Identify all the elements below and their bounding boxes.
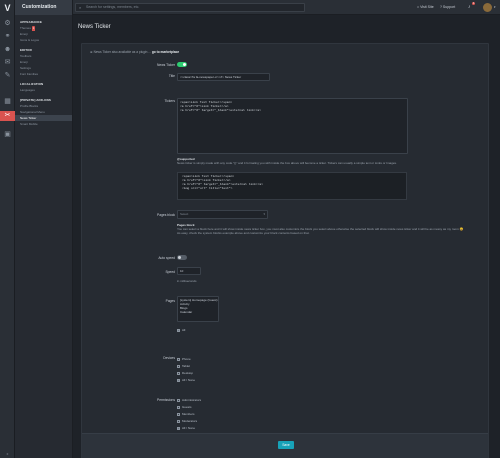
plugin-notice: ⊕ News Ticker also available as a plugin…	[90, 50, 180, 54]
wrench-icon[interactable]: ✂	[0, 111, 15, 121]
perms-all-none[interactable]: All / None	[177, 426, 195, 430]
device-desktop[interactable]: Desktop	[177, 371, 193, 375]
pages-listbox[interactable]: [system] Homepage (Guest) Activity Blogs…	[177, 296, 219, 322]
chevron-down-icon: ▾	[263, 212, 265, 216]
chat-icon[interactable]: ✉	[3, 59, 12, 67]
pages-label: Pages	[165, 299, 175, 303]
users-icon[interactable]: ☻	[3, 46, 12, 54]
marketplace-link[interactable]: go to marketplace	[152, 50, 179, 54]
help-code-block: <span>Link Text Ticker</span> <a href="#…	[177, 172, 407, 200]
speed-input[interactable]: 10	[177, 267, 201, 275]
chart-icon[interactable]: ▦	[3, 98, 12, 106]
themes-badge: 1	[31, 26, 36, 31]
speed-unit: in milliseconds	[177, 279, 197, 283]
news-ticker-toggle[interactable]	[177, 62, 187, 67]
link-icon[interactable]: ⚭	[3, 33, 12, 41]
title-label: Title	[168, 74, 175, 78]
main-content: News Ticker ⊕ News Ticker also available…	[73, 15, 500, 458]
avatar[interactable]	[483, 3, 492, 12]
chevron-down-icon[interactable]: ▾	[494, 5, 496, 9]
sidebar-item-font-families[interactable]: Font Families	[15, 71, 72, 77]
app-logo[interactable]: V	[2, 3, 13, 13]
notification-badge: 1	[472, 2, 476, 5]
pages-all-checkbox[interactable]: All	[177, 328, 185, 332]
save-button[interactable]: Save	[278, 441, 294, 449]
pages-block-select[interactable]: Select ▾	[177, 210, 268, 219]
help-pages-block: Pages block You can select a block here a…	[177, 223, 464, 235]
sidebar-item-languages[interactable]: Languages	[15, 87, 72, 93]
icon-rail: V ⚙ ⚭ ☻ ✉ ✎ ▦ ✂ ▣ ≡	[0, 0, 15, 458]
settings-icon[interactable]: ⚙	[3, 20, 12, 28]
sidebar: Customization APPEARANCE Themes 1 Emoji I…	[15, 0, 73, 458]
topbar: ⌕ Search for settings, members, etc. ⌂ Vi…	[73, 0, 500, 15]
devices-label: Devices	[163, 356, 175, 360]
news-ticker-label: News Ticker	[157, 63, 175, 67]
save-bar: Save	[82, 433, 488, 458]
store-icon[interactable]: ▣	[3, 131, 12, 139]
perm-guests[interactable]: Guests	[177, 405, 192, 409]
sidebar-group-localization: LOCALIZATION Languages	[15, 82, 72, 93]
permissions-label: Permissions	[157, 398, 175, 402]
support-link[interactable]: ? Support	[440, 4, 455, 11]
search-input[interactable]: ⌕ Search for settings, members, etc.	[75, 3, 305, 12]
devices-all-none[interactable]: All / None	[177, 378, 195, 382]
auto-speed-label: Auto speed	[158, 256, 175, 260]
paint-icon[interactable]: ✎	[3, 72, 12, 80]
tickers-label: Tickers	[164, 99, 175, 103]
tickers-textarea[interactable]: <span>Link Text Ticker</span> <a href="#…	[177, 98, 408, 154]
bell-icon[interactable]: ♪	[468, 4, 471, 10]
sidebar-group-appearance: APPEARANCE Themes 1 Emoji Icons & Logos	[15, 20, 72, 43]
speed-label: Speed	[165, 270, 175, 274]
auto-speed-toggle[interactable]	[177, 255, 187, 260]
sidebar-group-addons: [PRIVATE] ADD-ONS Profile Blocks Navigat…	[15, 98, 72, 127]
title-input[interactable]: <i class='fa fa-newspaper-o'></i> News T…	[177, 73, 270, 81]
perm-members[interactable]: Members	[177, 412, 195, 416]
device-phone[interactable]: Phone	[177, 357, 191, 361]
pages-option[interactable]: Calendar	[180, 310, 216, 314]
sidebar-title: Customization	[15, 0, 72, 15]
collapse-icon[interactable]: ≡	[0, 452, 15, 458]
perm-moderators[interactable]: Moderators	[177, 419, 197, 423]
sidebar-item-smart-mobile[interactable]: Smart Mobile	[15, 121, 72, 127]
sidebar-group-editor: EDITOR Toolbars Emoji Settings Font Fami…	[15, 48, 72, 77]
search-icon: ⌕	[79, 5, 82, 10]
pages-block-label: Pages block	[157, 213, 175, 217]
app-window: V ⚙ ⚭ ☻ ✉ ✎ ▦ ✂ ▣ ≡ Customization APPEAR…	[0, 0, 500, 458]
page-title: News Ticker	[78, 24, 111, 30]
sidebar-item-icons-logos[interactable]: Icons & Logos	[15, 37, 72, 43]
settings-card: ⊕ News Ticker also available as a plugin…	[81, 43, 489, 458]
perm-administrators[interactable]: Administrators	[177, 398, 201, 402]
visit-site-link[interactable]: ⌂ Visit Site	[417, 4, 434, 11]
device-tablet[interactable]: Tablet	[177, 364, 190, 368]
help-supported: @supported News ticker is simply made wit…	[177, 157, 397, 165]
ticker-line: <a href="#" target="_blank">external lin…	[180, 109, 262, 112]
